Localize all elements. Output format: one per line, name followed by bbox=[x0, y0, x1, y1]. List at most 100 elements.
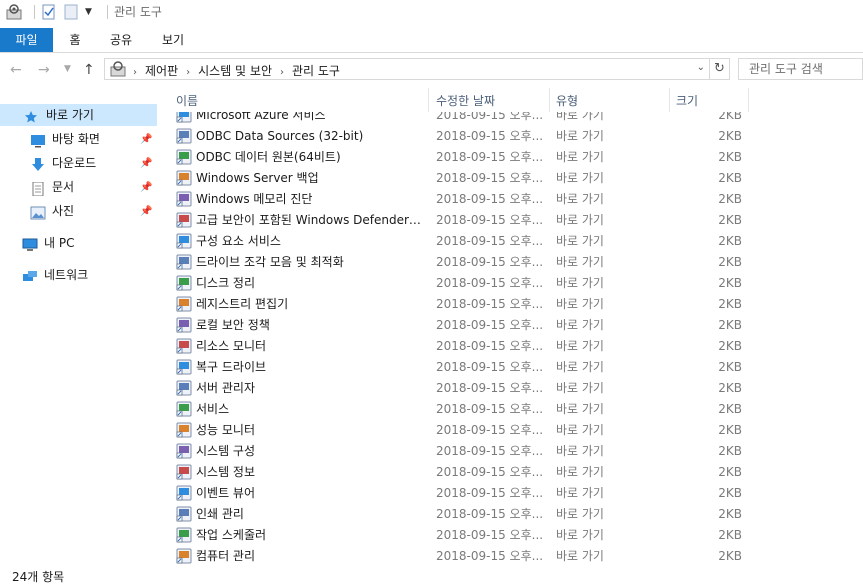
table-row[interactable]: 성능 모니터 2018-09-15 오후... 바로 가기 2KB bbox=[168, 420, 863, 441]
table-row[interactable]: 이벤트 뷰어 2018-09-15 오후... 바로 가기 2KB bbox=[168, 483, 863, 504]
file-date: 2018-09-15 오후... bbox=[436, 339, 544, 353]
file-size: 2KB bbox=[718, 150, 742, 164]
column-header-name[interactable]: 이름 bbox=[176, 92, 198, 109]
table-row[interactable]: ODBC 데이터 원본(64비트) 2018-09-15 오후... 바로 가기 2K… bbox=[168, 147, 863, 168]
file-type: 바로 가기 bbox=[556, 129, 604, 143]
security-policy-icon bbox=[176, 317, 192, 333]
file-type: 바로 가기 bbox=[556, 255, 604, 269]
table-row[interactable]: 시스템 정보 2018-09-15 오후... 바로 가기 2KB bbox=[168, 462, 863, 483]
table-row[interactable]: 리소스 모니터 2018-09-15 오후... 바로 가기 2KB bbox=[168, 336, 863, 357]
up-arrow-icon[interactable]: ↑ bbox=[83, 62, 95, 78]
table-row[interactable]: 컴퓨터 관리 2018-09-15 오후... 바로 가기 2KB bbox=[168, 546, 863, 566]
new-folder-icon[interactable] bbox=[63, 4, 79, 20]
file-date: 2018-09-15 오후... bbox=[436, 360, 544, 374]
file-size: 2KB bbox=[718, 255, 742, 269]
file-size: 2KB bbox=[718, 276, 742, 290]
table-row[interactable]: 디스크 정리 2018-09-15 오후... 바로 가기 2KB bbox=[168, 273, 863, 294]
chevron-right-icon[interactable]: › bbox=[133, 67, 137, 78]
sidebar-item-desktop[interactable]: 바탕 화면 bbox=[30, 128, 100, 150]
breadcrumb-control-panel[interactable]: 제어판 bbox=[145, 64, 178, 78]
table-row[interactable]: 작업 스케줄러 2018-09-15 오후... 바로 가기 2KB bbox=[168, 525, 863, 546]
chevron-right-icon[interactable]: › bbox=[280, 67, 284, 78]
pin-icon[interactable]: 📌 bbox=[140, 134, 152, 145]
sidebar-item-documents[interactable]: 문서 bbox=[30, 176, 74, 198]
tab-file[interactable]: 파일 bbox=[0, 28, 53, 52]
breadcrumb-system-security[interactable]: 시스템 및 보안 bbox=[198, 64, 272, 78]
table-row[interactable]: 서버 관리자 2018-09-15 오후... 바로 가기 2KB bbox=[168, 378, 863, 399]
file-type: 바로 가기 bbox=[556, 549, 604, 563]
recent-locations-chevron-icon[interactable]: ▼ bbox=[64, 64, 71, 74]
file-date: 2018-09-15 오후... bbox=[436, 528, 544, 542]
table-row[interactable]: Windows 메모리 진단 2018-09-15 오후... 바로 가기 2KB bbox=[168, 189, 863, 210]
file-type: 바로 가기 bbox=[556, 402, 604, 416]
window-title: 관리 도구 bbox=[114, 5, 162, 19]
file-date: 2018-09-15 오후... bbox=[436, 444, 544, 458]
defrag-icon bbox=[176, 254, 192, 270]
backup-icon bbox=[176, 170, 192, 186]
file-date: 2018-09-15 오후... bbox=[436, 234, 544, 248]
customize-toolbar-dropdown-icon[interactable]: ▼ bbox=[85, 4, 95, 20]
sidebar-item-network[interactable]: 네트워크 bbox=[22, 264, 88, 286]
sidebar-item-downloads[interactable]: 다운로드 bbox=[30, 152, 96, 174]
column-divider[interactable] bbox=[669, 88, 670, 112]
table-row[interactable]: 구성 요소 서비스 2018-09-15 오후... 바로 가기 2KB bbox=[168, 231, 863, 252]
chevron-right-icon[interactable]: › bbox=[186, 67, 190, 78]
event-viewer-icon bbox=[176, 485, 192, 501]
file-size: 2KB bbox=[718, 171, 742, 185]
file-size: 2KB bbox=[718, 318, 742, 332]
forward-arrow-icon[interactable]: → bbox=[38, 62, 50, 78]
pin-icon[interactable]: 📌 bbox=[140, 158, 152, 169]
column-header-type[interactable]: 유형 bbox=[556, 92, 578, 109]
file-type: 바로 가기 bbox=[556, 423, 604, 437]
table-row[interactable]: ODBC Data Sources (32-bit) 2018-09-15 오후.… bbox=[168, 126, 863, 147]
table-row[interactable]: 드라이브 조각 모음 및 최적화 2018-09-15 오후... 바로 가기 2KB bbox=[168, 252, 863, 273]
sidebar-item-this-pc[interactable]: 내 PC bbox=[22, 232, 74, 254]
item-count: 24개 항목 bbox=[12, 570, 65, 584]
table-row[interactable]: 복구 드라이브 2018-09-15 오후... 바로 가기 2KB bbox=[168, 357, 863, 378]
search-input[interactable]: 관리 도구 검색 bbox=[738, 58, 863, 80]
table-row[interactable]: 레지스트리 편집기 2018-09-15 오후... 바로 가기 2KB bbox=[168, 294, 863, 315]
address-dropdown-icon[interactable]: ⌄ bbox=[697, 62, 705, 73]
table-row[interactable]: 로컬 보안 정책 2018-09-15 오후... 바로 가기 2KB bbox=[168, 315, 863, 336]
column-header-size[interactable]: 크기 bbox=[676, 92, 698, 109]
file-size: 2KB bbox=[718, 381, 742, 395]
file-rows: Microsoft Azure 서비스 2018-09-15 오후... 바로 가기… bbox=[168, 105, 863, 566]
file-date: 2018-09-15 오후... bbox=[436, 423, 544, 437]
file-name: 성능 모니터 bbox=[196, 423, 256, 437]
pin-icon[interactable]: 📌 bbox=[140, 206, 152, 217]
sort-ascending-icon: ^ bbox=[292, 88, 301, 95]
tab-view[interactable]: 보기 bbox=[156, 28, 190, 52]
table-row[interactable]: Windows Server 백업 2018-09-15 오후... 바로 가기 2K… bbox=[168, 168, 863, 189]
breadcrumb-admin-tools[interactable]: 관리 도구 bbox=[292, 64, 340, 78]
column-divider[interactable] bbox=[549, 88, 550, 112]
refresh-icon[interactable]: ↻ bbox=[710, 58, 730, 80]
column-header-date[interactable]: 수정한 날짜 bbox=[436, 92, 495, 109]
properties-icon[interactable] bbox=[41, 4, 57, 20]
file-size: 2KB bbox=[718, 360, 742, 374]
memory-diag-icon bbox=[176, 191, 192, 207]
column-divider[interactable] bbox=[428, 88, 429, 112]
file-name: 리소스 모니터 bbox=[196, 339, 267, 353]
table-row[interactable]: 인쇄 관리 2018-09-15 오후... 바로 가기 2KB bbox=[168, 504, 863, 525]
back-arrow-icon[interactable]: ← bbox=[10, 62, 22, 78]
computer-management-icon bbox=[176, 548, 192, 564]
download-arrow-icon bbox=[30, 157, 46, 171]
file-date: 2018-09-15 오후... bbox=[436, 549, 544, 563]
sidebar-item-quick-access[interactable]: 바로 가기 bbox=[0, 104, 157, 126]
table-row[interactable]: 서비스 2018-09-15 오후... 바로 가기 2KB bbox=[168, 399, 863, 420]
pin-icon[interactable]: 📌 bbox=[140, 182, 152, 193]
desktop-icon bbox=[30, 133, 46, 147]
tab-share[interactable]: 공유 bbox=[104, 28, 138, 52]
tab-home[interactable]: 홈 bbox=[60, 28, 90, 52]
file-date: 2018-09-15 오후... bbox=[436, 255, 544, 269]
picture-icon bbox=[30, 205, 46, 219]
table-row[interactable]: 시스템 구성 2018-09-15 오후... 바로 가기 2KB bbox=[168, 441, 863, 462]
file-type: 바로 가기 bbox=[556, 486, 604, 500]
table-row[interactable]: 고급 보안이 포함된 Windows Defender ... 2018-09-1… bbox=[168, 210, 863, 231]
resource-monitor-icon bbox=[176, 338, 192, 354]
column-divider[interactable] bbox=[748, 88, 749, 112]
file-name: 구성 요소 서비스 bbox=[196, 234, 281, 248]
sidebar-item-pictures[interactable]: 사진 bbox=[30, 200, 74, 222]
address-bar[interactable]: › 제어판 › 시스템 및 보안 › 관리 도구 ⌄ bbox=[104, 58, 710, 80]
control-panel-icon bbox=[110, 61, 126, 80]
